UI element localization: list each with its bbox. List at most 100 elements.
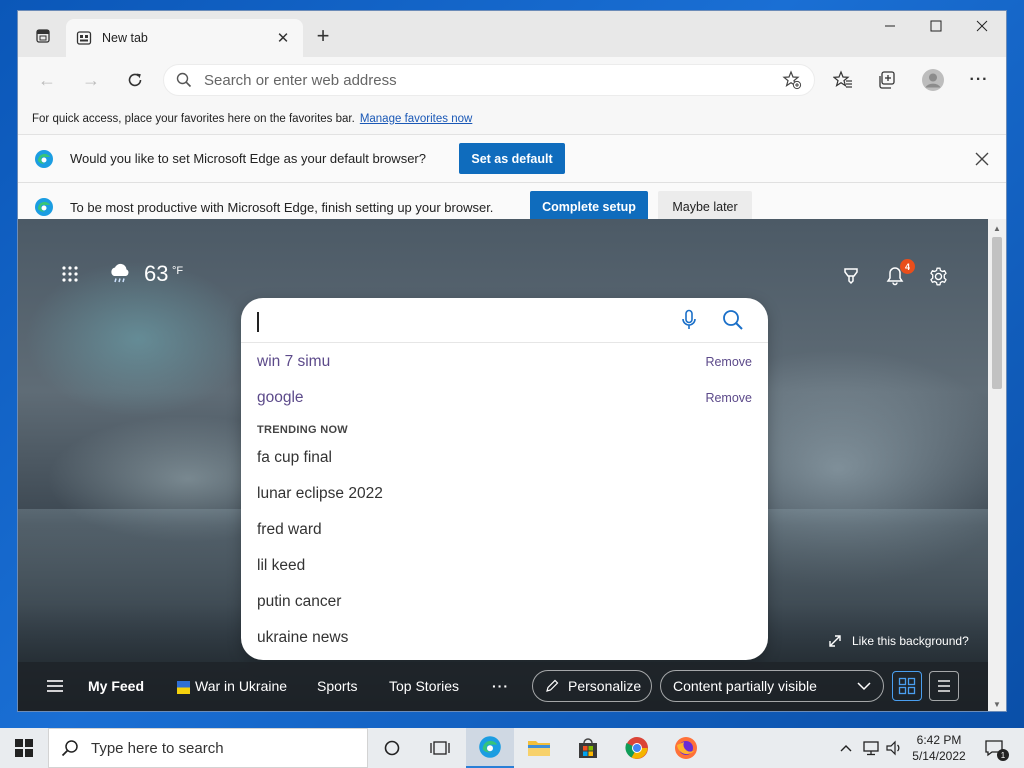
edge-logo-icon [35,149,53,168]
tab-strip: New tab ✕ + [18,11,1006,57]
address-input[interactable] [204,71,782,89]
trending-suggestion[interactable]: putin cancer [257,593,341,611]
grid-layout-icon [898,677,916,695]
firefox-icon[interactable] [662,728,710,768]
app-launcher-icon[interactable] [60,264,80,284]
refresh-button[interactable] [120,65,150,95]
maximize-button[interactable] [913,11,959,41]
search-icon [61,740,78,757]
add-favorite-icon[interactable] [782,70,802,90]
feed-menu-icon[interactable] [46,679,64,695]
scrollbar-thumb[interactable] [992,237,1002,389]
tab-close-icon[interactable]: ✕ [273,28,293,48]
system-clock[interactable]: 6:42 PM 5/14/2022 [906,732,972,764]
clock-time: 6:42 PM [916,733,962,747]
minimize-button[interactable] [867,11,913,41]
back-button[interactable]: ← [32,65,62,95]
feed-more-button[interactable]: ··· [492,678,509,694]
collections-icon[interactable] [872,65,902,95]
start-button[interactable] [0,728,48,768]
content-visibility-dropdown[interactable]: Content partially visible [660,670,884,702]
voice-search-icon[interactable] [678,309,700,331]
weather-unit: °F [172,265,184,277]
pencil-icon [546,679,559,692]
favorites-bar: For quick access, place your favorites h… [18,103,1006,135]
browser-toolbar: ← → ··· [18,57,1006,103]
history-suggestion[interactable]: win 7 simu [257,353,330,371]
personalize-button[interactable]: Personalize [532,670,652,702]
content-visibility-value: Content partially visible [673,678,817,694]
tab-top-stories[interactable]: Top Stories [389,678,459,694]
address-bar[interactable] [163,64,815,96]
favorites-icon[interactable] [828,65,858,95]
history-suggestion[interactable]: google [257,389,304,407]
settings-more-icon[interactable]: ··· [964,65,994,95]
remove-history-link[interactable]: Remove [705,391,752,405]
chevron-down-icon [857,682,871,691]
taskbar-search-placeholder: Type here to search [91,739,224,757]
page-scrollbar[interactable]: ▲ ▼ [988,219,1006,711]
scroll-down-arrow-icon[interactable]: ▼ [988,697,1006,711]
close-window-button[interactable] [959,11,1005,41]
file-explorer-icon[interactable] [515,728,563,768]
trending-suggestion[interactable]: fa cup final [257,449,332,467]
microsoft-store-icon[interactable] [564,728,612,768]
favorites-bar-text: For quick access, place your favorites h… [32,112,355,125]
taskbar: Type here to search 6:42 PM 5/14/2022 1 [0,728,1024,768]
page-settings-gear-icon[interactable] [926,264,950,288]
edge-logo-icon [35,198,53,216]
taskbar-search-box[interactable]: Type here to search [48,728,368,768]
trending-suggestion[interactable]: lil keed [257,557,305,575]
personalize-label: Personalize [568,678,642,694]
expand-icon [829,635,841,647]
search-icon [176,72,192,88]
weather-cloud-icon[interactable] [108,262,132,286]
default-browser-infobar: Would you like to set Microsoft Edge as … [18,135,1006,183]
like-background-link[interactable]: Like this background? [828,634,969,648]
volume-icon[interactable] [882,728,906,768]
notifications-badge: 4 [900,259,915,274]
show-hidden-icons-chevron-up-icon[interactable] [836,728,856,768]
cortana-icon[interactable] [368,728,416,768]
maybe-later-button[interactable]: Maybe later [658,191,752,222]
weather-temperature[interactable]: 63 [144,261,168,287]
task-view-icon[interactable] [416,728,464,768]
list-layout-icon [938,680,950,692]
close-infobar-icon[interactable] [972,149,992,169]
text-cursor [257,312,259,332]
tab-title: New tab [102,31,148,45]
tab-actions-icon[interactable] [26,23,60,49]
action-center-icon[interactable]: 1 [980,728,1009,768]
edge-window: New tab ✕ + ← → Search or enter web addr… [17,10,1007,712]
list-view-button[interactable] [929,671,959,701]
setup-text: To be most productive with Microsoft Edg… [70,199,494,215]
tab-sports[interactable]: Sports [317,678,357,694]
remove-history-link[interactable]: Remove [705,355,752,369]
ukraine-flag-icon [177,681,190,694]
trending-suggestion[interactable]: fred ward [257,521,322,539]
new-tab-page: 63 °F 4 win 7 simu Remove google Remove … [18,219,990,711]
feed-navigation-bar: My Feed War in Ukraine Sports Top Storie… [18,662,990,711]
set-as-default-button[interactable]: Set as default [459,143,565,174]
action-center-badge: 1 [997,749,1009,761]
profile-avatar[interactable] [918,65,948,95]
network-icon[interactable] [859,728,883,768]
trending-suggestion[interactable]: lunar eclipse 2022 [257,485,383,503]
grid-view-button[interactable] [892,671,922,701]
trending-suggestion[interactable]: ukraine news [257,629,348,647]
chrome-icon[interactable] [613,728,661,768]
ntp-search-box[interactable] [241,298,768,343]
like-background-text: Like this background? [852,634,969,648]
taskbar-edge-icon[interactable] [466,728,514,768]
submit-search-icon[interactable] [721,308,745,332]
tab-new-tab[interactable]: New tab ✕ [66,19,303,57]
default-browser-text: Would you like to set Microsoft Edge as … [70,151,426,166]
complete-setup-button[interactable]: Complete setup [530,191,648,222]
forward-button[interactable]: → [76,65,106,95]
manage-favorites-link[interactable]: Manage favorites now [360,113,473,125]
scroll-up-arrow-icon[interactable]: ▲ [988,221,1006,235]
tab-war-in-ukraine[interactable]: War in Ukraine [195,678,287,694]
rewards-trophy-icon[interactable] [840,265,862,287]
tab-my-feed[interactable]: My Feed [88,678,144,694]
new-tab-button[interactable]: + [310,23,336,49]
